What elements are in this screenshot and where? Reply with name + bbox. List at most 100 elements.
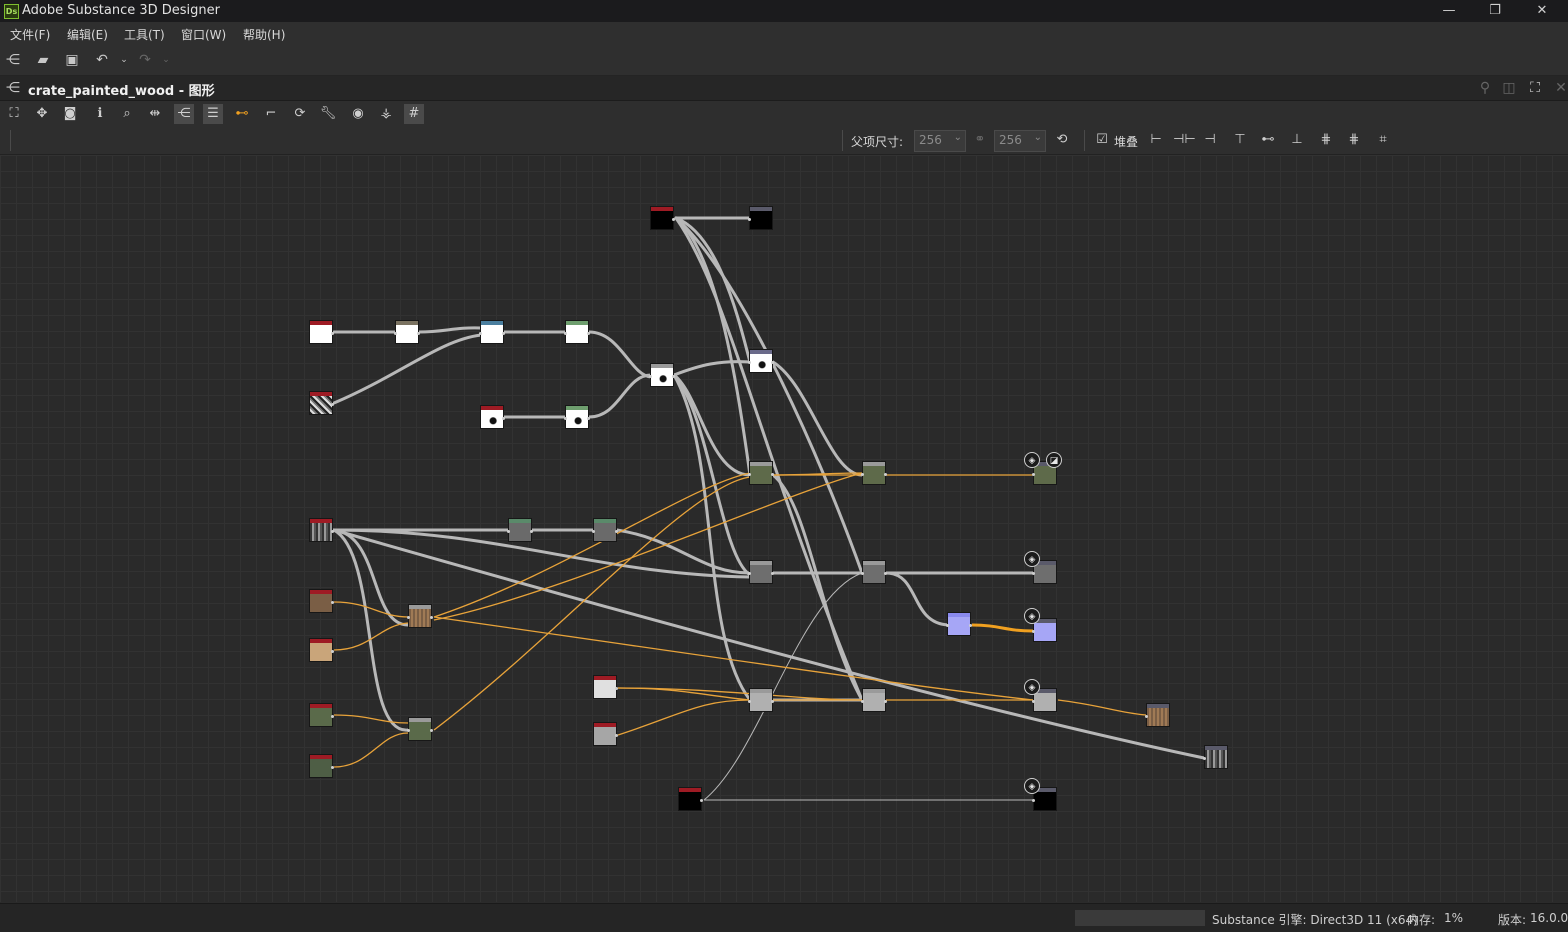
graph-toolbar-top: ⛶ ✥ ◙ ℹ ⌕ ⇹ ⋲ ☰ ⊷ ⌐ ⟳ 🔧︎ ◉ ⚶ # <box>0 101 1568 127</box>
align-center-icon[interactable]: ⊣⊢ <box>1173 130 1196 150</box>
progress-bar <box>1075 910 1205 926</box>
color-node[interactable] <box>309 754 334 778</box>
link-icon[interactable]: ⇹ <box>145 104 165 124</box>
pan-icon[interactable]: ✥ <box>32 104 52 124</box>
wire <box>333 714 409 724</box>
wood-color-node[interactable] <box>1145 703 1170 727</box>
pin-icon[interactable]: ⚲ <box>1476 79 1494 97</box>
frame-all-icon[interactable]: ⛶ <box>4 104 24 124</box>
align-right-icon[interactable]: ⊣ <box>1200 130 1220 150</box>
preview-icon[interactable]: ◉ <box>348 104 368 124</box>
align-bottom-icon[interactable]: ⊥ <box>1287 130 1307 150</box>
graph-wires <box>332 216 1206 801</box>
align-left-icon[interactable]: ⊢ <box>1146 130 1166 150</box>
undo-icon[interactable]: ↶ <box>93 51 111 69</box>
blend-node[interactable] <box>861 461 887 485</box>
hierarchy-icon[interactable]: ⌐ <box>261 104 281 124</box>
memory-value: 1% <box>1444 911 1464 925</box>
wire <box>433 472 751 618</box>
blend-node[interactable] <box>479 320 505 344</box>
blend-node[interactable] <box>748 560 774 584</box>
noise-node[interactable] <box>309 391 334 415</box>
align-top-icon[interactable]: ⊤ <box>1230 130 1250 150</box>
redo-dropdown-icon[interactable]: ⌄ <box>157 51 175 69</box>
undo-dropdown-icon[interactable]: ⌄ <box>115 51 133 69</box>
paint-blend-node[interactable] <box>407 717 433 741</box>
search-icon[interactable]: ⌕ <box>117 104 137 124</box>
align-middle-icon[interactable]: ⊷ <box>1258 130 1278 150</box>
restore-icon[interactable]: ❐ <box>1472 0 1518 22</box>
camera-icon[interactable]: ◙ <box>60 104 80 124</box>
close-panel-icon[interactable]: ✕ <box>1552 79 1568 97</box>
menu-tools[interactable]: 工具(T) <box>124 26 165 43</box>
connector-icon[interactable]: ⊷ <box>232 104 252 124</box>
wire <box>332 528 410 627</box>
save-icon[interactable]: ▣ <box>63 51 81 69</box>
output-node[interactable] <box>748 206 773 230</box>
normal-node[interactable] <box>946 612 972 636</box>
stack-checkbox[interactable]: ☑ <box>1092 130 1112 150</box>
menu-file[interactable]: 文件(F) <box>10 26 50 43</box>
grid-icon[interactable]: # <box>404 104 424 124</box>
menu-bar: 文件(F) 编辑(E) 工具(T) 窗口(W) 帮助(H) <box>0 22 1568 45</box>
new-graph-icon[interactable]: ⋲ <box>4 51 22 69</box>
color-node[interactable] <box>309 589 334 613</box>
wire <box>703 572 863 801</box>
uniform-color-node[interactable] <box>678 787 703 811</box>
info-icon[interactable]: ℹ <box>90 104 110 124</box>
shape-node[interactable] <box>309 320 334 344</box>
atomic-nodes-toolbar: ⬚ ▦ ◐ ⌒ ▨ ᔕ ▩ ▦ ♠ ⟗ A ⟋ 💧︎ ◎ ○ ◧ ▲ ◩ ●● … <box>0 127 1568 278</box>
grayscale-node[interactable] <box>507 518 533 542</box>
uniform-color-node[interactable] <box>650 206 675 230</box>
graph-icon: ⋲ <box>6 80 20 96</box>
color-node[interactable] <box>309 703 334 727</box>
distribute-h-icon[interactable]: ⋕ <box>1316 130 1336 150</box>
menu-edit[interactable]: 编辑(E) <box>67 26 108 43</box>
list-view-icon[interactable]: ☰ <box>203 104 223 124</box>
gradient-blend-node[interactable] <box>407 604 433 628</box>
distribute-v-icon[interactable]: ⋕ <box>1344 130 1364 150</box>
open-folder-icon[interactable]: ▰ <box>34 51 52 69</box>
float-icon[interactable]: ◫ <box>1500 79 1518 97</box>
minimize-icon[interactable]: — <box>1426 0 1472 22</box>
wire <box>333 732 409 768</box>
color-node[interactable] <box>309 638 334 662</box>
link-size-icon[interactable]: ⚭ <box>970 130 990 150</box>
maximize-panel-icon[interactable]: ⛶ <box>1526 79 1544 97</box>
blend-node[interactable] <box>861 560 887 584</box>
blend-node[interactable] <box>748 349 774 373</box>
redo-icon[interactable]: ↷ <box>136 51 154 69</box>
status-bar: Substance 引擎: Direct3D 11 (x64) 内存: 1% 版… <box>0 903 1568 932</box>
menu-window[interactable]: 窗口(W) <box>181 26 226 43</box>
wire <box>433 472 863 621</box>
levels-node[interactable] <box>564 320 590 344</box>
close-icon[interactable]: ✕ <box>1519 0 1565 22</box>
app-title: Adobe Substance 3D Designer <box>22 3 220 18</box>
blend-node[interactable] <box>748 688 774 712</box>
refresh-icon[interactable]: ⟳ <box>290 104 310 124</box>
output-icon: ◈ <box>1024 608 1040 624</box>
wrench-icon[interactable]: 🔧︎ <box>318 104 338 124</box>
grunge-node[interactable] <box>480 405 505 429</box>
graph-view-icon[interactable]: ⋲ <box>174 104 194 124</box>
levels-node[interactable] <box>564 405 590 429</box>
height-select[interactable]: 256 ⌄ <box>994 130 1046 152</box>
wire <box>333 601 409 618</box>
wood-height-node[interactable] <box>1203 745 1228 769</box>
transform-node[interactable] <box>394 320 420 344</box>
levels-node[interactable] <box>592 518 618 542</box>
clean-icon[interactable]: ⚶ <box>376 104 396 124</box>
document-tab: ⋲ crate_painted_wood - 图形 ⚲ ◫ ⛶ ✕ <box>0 76 1568 101</box>
reset-icon[interactable]: ⟲ <box>1052 130 1072 150</box>
graph-canvas[interactable]: ◈ ◪ ◈ ◈ ◈ ◈ <box>0 155 1568 902</box>
blend-node[interactable] <box>649 363 675 387</box>
wood-pattern-node[interactable] <box>309 518 334 542</box>
width-select[interactable]: 256 ⌄ <box>914 130 966 152</box>
menu-help[interactable]: 帮助(H) <box>243 26 285 43</box>
blend-node[interactable] <box>861 688 887 712</box>
output-icon: ◈ <box>1024 778 1040 794</box>
color-node[interactable] <box>593 722 618 746</box>
blend-node[interactable] <box>748 461 774 485</box>
color-node[interactable] <box>593 675 618 699</box>
snap-grid-icon[interactable]: ⌗ <box>1373 130 1393 150</box>
